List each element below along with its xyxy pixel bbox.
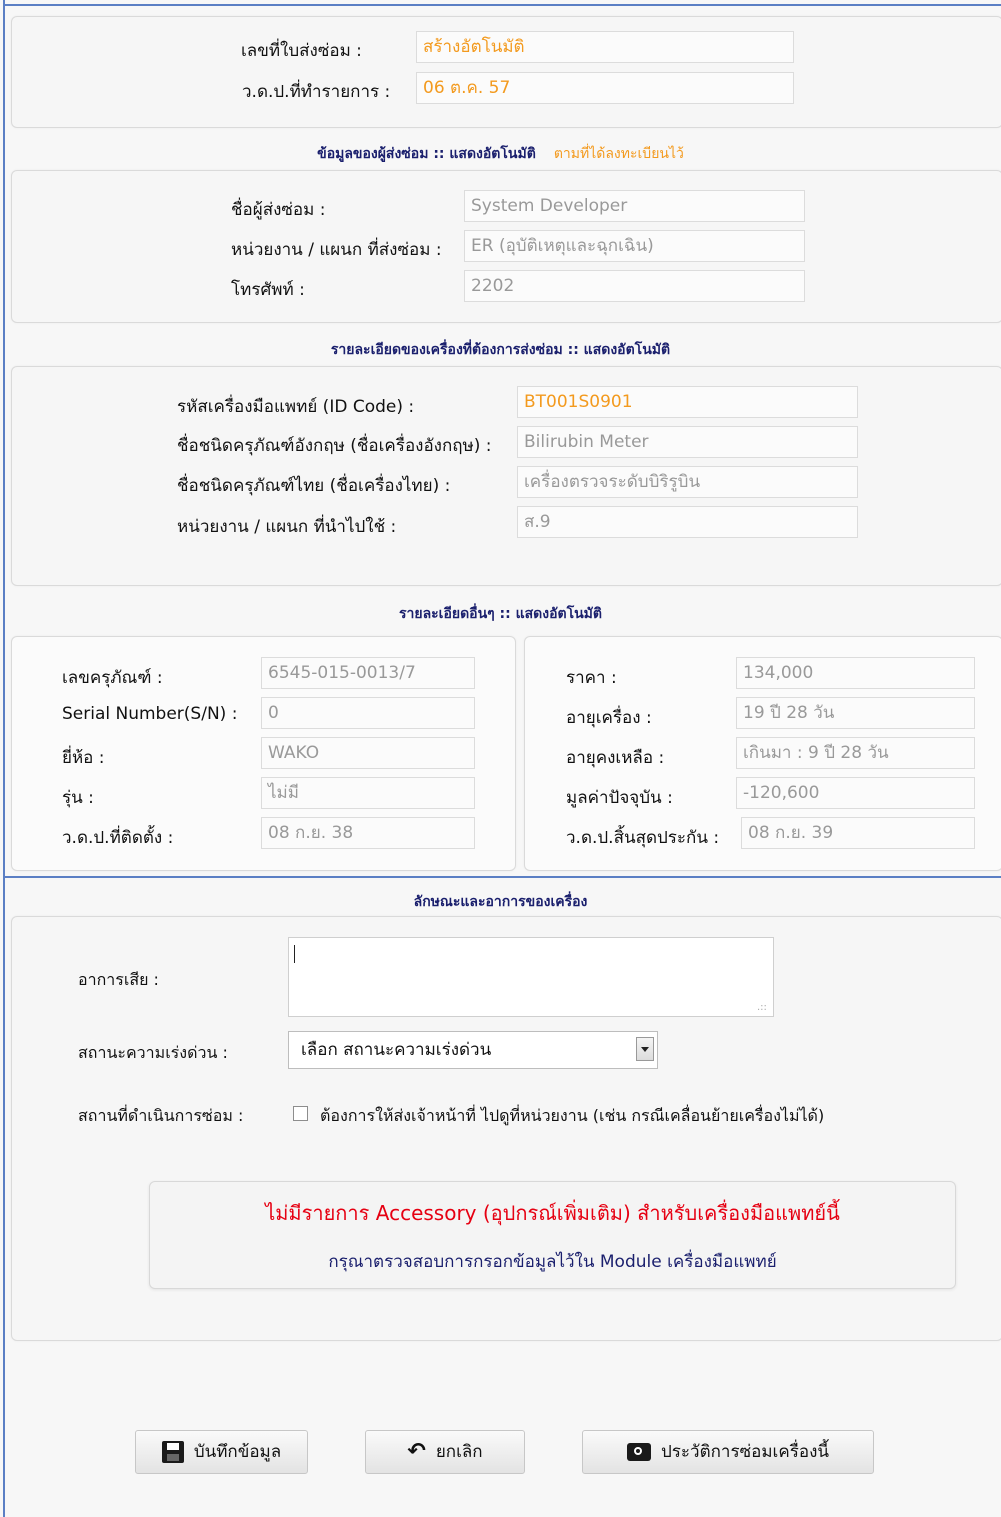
requester-title-note: ตามที่ได้ลงทะเบียนไว้ (553, 146, 684, 162)
urgency-select[interactable]: เลือก สถานะความเร่งด่วน (288, 1031, 658, 1069)
age-field: 19 ปี 28 วัน (736, 697, 975, 729)
requester-phone-field: 2202 (464, 270, 805, 302)
asset-label: เลขครุภัณฑ์ : (62, 668, 163, 688)
brand-field: WAKO (261, 737, 475, 769)
frame-border-left (3, 0, 5, 1517)
dropdown-arrow-icon[interactable] (636, 1037, 654, 1061)
serial-field: 0 (261, 697, 475, 729)
remaining-life-field: เกินมา : 9 ปี 28 วัน (736, 737, 975, 769)
warranty-end-field: 08 ก.ย. 39 (741, 817, 975, 849)
onsite-repair-checkbox-label[interactable]: ต้องการให้ส่งเจ้าหน้าที่ ไปดูที่หน่วยงาน… (320, 1104, 824, 1129)
age-label: อายุเครื่อง : (566, 708, 652, 728)
symptom-label: อาการเสีย : (78, 970, 159, 989)
serial-label: Serial Number(S/N) : (62, 704, 238, 724)
history-icon (626, 1443, 651, 1461)
device-section-title: รายละเอียดของเครื่องที่ต้องการส่งซ่อม ::… (330, 342, 671, 358)
notice-hint-text: กรุณาตรวจสอบการกรอกข้อมูลไว้ใน Module เค… (328, 1252, 777, 1272)
symptom-textarea[interactable] (288, 937, 774, 1017)
symptom-section-title: ลักษณะและอาการของเครื่อง (413, 894, 588, 910)
device-en-field: Bilirubin Meter (517, 426, 858, 458)
requester-dept-field: ER (อุบัติเหตุและฉุกเฉิน) (464, 230, 805, 262)
other-section-title: รายละเอียดอื่นๆ :: แสดงอัตโนมัติ (398, 606, 603, 622)
requester-phone-label: โทรศัพท์ : (231, 280, 305, 300)
requester-section-title: ข้อมูลของผู้ส่งซ่อม :: แสดงอัตโนมัติ ตามท… (0, 143, 1001, 165)
frame-divider (3, 876, 1001, 878)
floppy-disk-icon (161, 1441, 184, 1463)
onsite-repair-checkbox[interactable] (293, 1106, 308, 1121)
urgency-label: สถานะความเร่งด่วน : (78, 1043, 228, 1062)
requester-dept-label: หน่วยงาน / แผนก ที่ส่งซ่อม : (231, 240, 442, 260)
frame-border-top (3, 4, 1001, 6)
device-id-label: รหัสเครื่องมือแพทย์ (ID Code) : (177, 397, 415, 417)
cancel-button[interactable]: ↶ ยกเลิก (365, 1430, 525, 1474)
brand-label: ยี่ห้อ : (62, 748, 105, 768)
price-label: ราคา : (566, 668, 617, 688)
current-value-field: -120,600 (736, 777, 975, 809)
ticket-label: เลขที่ใบส่งซ่อม : (241, 41, 362, 61)
undo-icon: ↶ (407, 1439, 426, 1464)
text-caret (294, 945, 295, 963)
cancel-button-label: ยกเลิก (435, 1442, 483, 1462)
save-button-label: บันทึกข้อมูล (193, 1442, 282, 1462)
current-value-label: มูลค่าปัจจุบัน : (566, 788, 673, 808)
device-id-field: BT001S0901 (517, 386, 858, 418)
warranty-end-label: ว.ด.ป.สิ้นสุดประกัน : (566, 828, 720, 848)
repair-history-button-label: ประวัติการซ่อมเครื่องนี้ (660, 1442, 829, 1462)
device-en-label: ชื่อชนิดครุภัณฑ์อังกฤษ (ชื่อเครื่องอังกฤ… (177, 436, 492, 456)
urgency-selected-text: เลือก สถานะความเร่งด่วน (301, 1040, 492, 1060)
requester-name-label: ชื่อผู้ส่งซ่อม : (231, 200, 326, 220)
device-use-field: ส.9 (517, 506, 858, 538)
install-date-label: ว.ด.ป.ที่ติดตั้ง : (62, 828, 174, 848)
model-field: ไม่มี (261, 777, 475, 809)
repair-location-label: สถานที่ดำเนินการซ่อม : (78, 1106, 244, 1125)
ticket-field: สร้างอัตโนมัติ (416, 31, 794, 63)
model-label: รุ่น : (62, 788, 94, 808)
price-field: 134,000 (736, 657, 975, 689)
requester-title-text: ข้อมูลของผู้ส่งซ่อม :: แสดงอัตโนมัติ (317, 146, 536, 162)
install-date-field: 08 ก.ย. 38 (261, 817, 475, 849)
asset-field: 6545-015-0013/7 (261, 657, 475, 689)
accessory-notice: ไม่มีรายการ Accessory (อุปกรณ์เพิ่มเติม)… (149, 1181, 956, 1289)
save-button[interactable]: บันทึกข้อมูล (135, 1430, 308, 1474)
device-use-label: หน่วยงาน / แผนก ที่นำไปใช้ : (177, 517, 397, 537)
date-label: ว.ด.ป.ที่ทำรายการ : (242, 82, 391, 102)
remaining-life-label: อายุคงเหลือ : (566, 748, 665, 768)
notice-warning-text: ไม่มีรายการ Accessory (อุปกรณ์เพิ่มเติม)… (265, 1201, 840, 1225)
date-field: 06 ต.ค. 57 (416, 72, 794, 104)
repair-history-button[interactable]: ประวัติการซ่อมเครื่องนี้ (582, 1430, 874, 1474)
requester-name-field: System Developer (464, 190, 805, 222)
device-th-field: เครื่องตรวจระดับบิริรูบิน (517, 466, 858, 498)
device-th-label: ชื่อชนิดครุภัณฑ์ไทย (ชื่อเครื่องไทย) : (177, 476, 451, 496)
